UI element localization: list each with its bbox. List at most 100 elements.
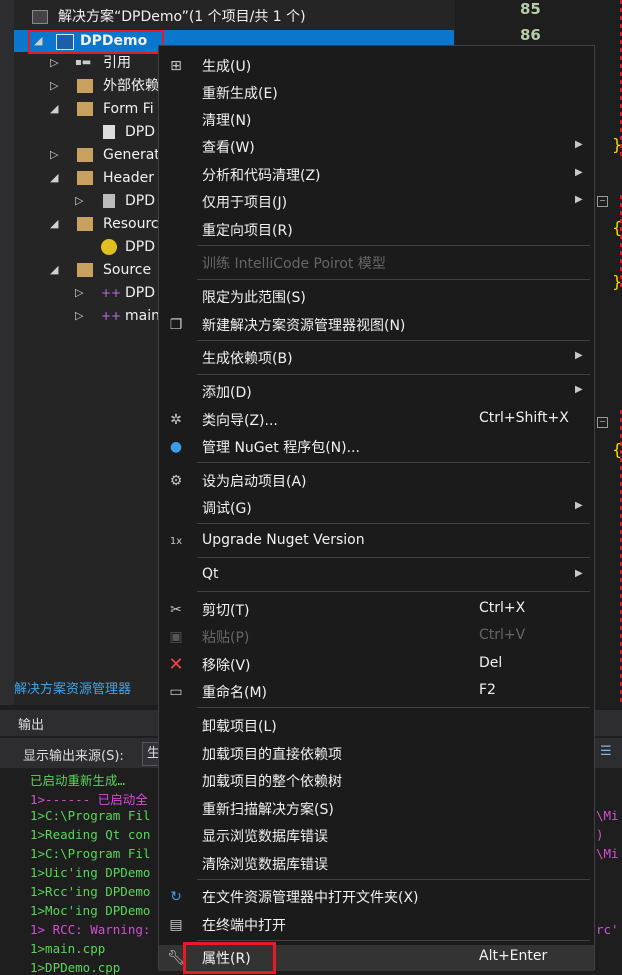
panel-left-strip	[0, 0, 14, 705]
output-line: 已启动重新生成…	[30, 773, 126, 788]
tree-item-label: 引用	[103, 55, 131, 71]
menu-item-label: 重命名(M)	[202, 685, 268, 701]
fold-toggle-icon[interactable]: −	[597, 417, 608, 428]
menu-item-class-wizard[interactable]: ✲ 类向导(Z)... Ctrl+Shift+X	[159, 407, 594, 433]
menu-item-label: 重定向项目(R)	[202, 223, 293, 239]
collapse-arrow-icon[interactable]: ◢	[50, 98, 60, 120]
tree-item-label: DPD	[125, 239, 156, 255]
menu-item-clear-browse-errors[interactable]: 清除浏览数据库错误	[159, 851, 594, 877]
menu-item-analyze[interactable]: 分析和代码清理(Z) ▶	[159, 162, 594, 188]
menu-item-label: 新建解决方案资源管理器视图(N)	[202, 318, 406, 334]
filter-folder-icon	[77, 102, 93, 116]
header-file-icon	[103, 194, 115, 208]
collapse-arrow-icon[interactable]: ◢	[50, 213, 60, 235]
menu-item-label: 移除(V)	[202, 658, 251, 674]
tree-item-label: 外部依赖	[103, 78, 159, 94]
cpp-file-icon: ++	[101, 309, 122, 323]
cpp-file-icon: ++	[101, 286, 122, 300]
tree-item-label: Form Fi	[103, 101, 154, 117]
submenu-arrow-icon: ▶	[575, 167, 583, 178]
expand-arrow-icon[interactable]: ▷	[50, 52, 60, 74]
nuget-icon: ●	[169, 439, 183, 455]
submenu-arrow-icon: ▶	[575, 500, 583, 511]
refresh-folder-icon: ↻	[170, 889, 182, 905]
menu-item-cut[interactable]: ✂ 剪切(T) Ctrl+X	[159, 597, 594, 623]
menu-item-show-browse-errors[interactable]: 显示浏览数据库错误	[159, 823, 594, 849]
menu-item-scope-to-this[interactable]: 限定为此范围(S)	[159, 284, 594, 310]
expand-arrow-icon[interactable]: ▷	[50, 75, 60, 97]
menu-item-upgrade-nuget[interactable]: 1x Upgrade Nuget Version	[159, 529, 594, 555]
menu-item-label: 类向导(Z)...	[202, 413, 278, 429]
menu-item-clean[interactable]: 清理(N)	[159, 107, 594, 133]
menu-item-view[interactable]: 查看(W) ▶	[159, 134, 594, 160]
menu-separator	[197, 591, 590, 592]
menu-separator	[197, 462, 590, 463]
menu-separator	[197, 374, 590, 375]
menu-item-remove[interactable]: ✕ 移除(V) Del	[159, 652, 594, 678]
menu-item-shortcut: Del	[479, 655, 503, 671]
menu-item-qt[interactable]: Qt ▶	[159, 563, 594, 589]
collapse-arrow-icon[interactable]: ◢	[50, 167, 60, 189]
menu-item-load-direct-deps[interactable]: 加载项目的直接依赖项	[159, 741, 594, 767]
expand-arrow-icon[interactable]: ▷	[75, 305, 85, 327]
menu-item-build[interactable]: ⊞ 生成(U)	[159, 53, 594, 79]
expand-arrow-icon[interactable]: ▷	[50, 144, 60, 166]
menu-item-label: 在文件资源管理器中打开文件夹(X)	[202, 890, 419, 906]
scissors-icon: ✂	[170, 602, 182, 618]
output-line: 1>C:\Program Fil	[30, 846, 151, 861]
rename-icon: ▭	[169, 684, 183, 700]
wrap-toggle-icon[interactable]: ☰	[600, 744, 612, 759]
menu-item-rename[interactable]: ▭ 重命名(M) F2	[159, 679, 594, 705]
qrc-file-icon	[101, 239, 117, 255]
output-line-fragment: rc'	[596, 922, 619, 937]
menu-item-retarget[interactable]: 重定向项目(R)	[159, 217, 594, 243]
menu-item-set-startup[interactable]: ⚙ 设为启动项目(A)	[159, 468, 594, 494]
solution-icon	[32, 10, 48, 24]
brace-glyph: }	[612, 272, 622, 291]
solution-explorer-tab[interactable]: 解决方案资源管理器	[14, 678, 131, 697]
collapse-arrow-icon[interactable]: ◢	[50, 259, 60, 281]
output-line: 1>------ 已启动全	[30, 792, 148, 807]
menu-separator	[197, 707, 590, 708]
solution-node[interactable]: 解决方案“DPDemo”(1 个项目/共 1 个)	[30, 6, 450, 28]
menu-item-unload-project[interactable]: 卸载项目(L)	[159, 713, 594, 739]
brace-glyph: }	[612, 135, 622, 154]
menu-item-label: 加载项目的整个依赖树	[202, 774, 342, 790]
submenu-arrow-icon: ▶	[575, 139, 583, 150]
menu-item-add[interactable]: 添加(D) ▶	[159, 379, 594, 405]
menu-item-load-dep-tree[interactable]: 加载项目的整个依赖树	[159, 768, 594, 794]
menu-separator	[197, 279, 590, 280]
gear-icon: ⚙	[169, 473, 183, 489]
line-number: 86	[520, 26, 541, 44]
fold-toggle-icon[interactable]: −	[597, 196, 608, 207]
menu-item-shortcut: Ctrl+X	[479, 600, 526, 616]
menu-item-label: 调试(G)	[202, 501, 252, 517]
output-source-label: 显示输出来源(S):	[23, 749, 124, 764]
menu-item-label: 训练 IntelliCode Poirot 模型	[202, 256, 386, 272]
output-line: 1>Moc'ing DPDemo	[30, 903, 151, 918]
filter-folder-icon	[77, 171, 93, 185]
tree-item-label: Source	[103, 262, 152, 278]
output-line-fragment: \Mi	[596, 808, 619, 823]
tree-item-label: DPD	[125, 193, 156, 209]
menu-item-rebuild[interactable]: 重新生成(E)	[159, 80, 594, 106]
output-line: 1>Rcc'ing DPDemo	[30, 884, 151, 899]
menu-item-shortcut: Ctrl+Shift+X	[479, 410, 569, 426]
submenu-arrow-icon: ▶	[575, 384, 583, 395]
menu-item-open-folder[interactable]: ↻ 在文件资源管理器中打开文件夹(X)	[159, 884, 594, 910]
project-context-menu: ⊞ 生成(U) 重新生成(E) 清理(N) 查看(W) ▶ 分析和代码清理(Z)…	[158, 45, 595, 971]
menu-item-debug[interactable]: 调试(G) ▶	[159, 495, 594, 521]
menu-item-project-only[interactable]: 仅用于项目(J) ▶	[159, 189, 594, 215]
menu-item-build-dependencies[interactable]: 生成依赖项(B) ▶	[159, 345, 594, 371]
menu-item-shortcut: Ctrl+V	[479, 627, 526, 643]
upgrade-icon: 1x	[169, 536, 183, 547]
menu-item-open-terminal[interactable]: ▤ 在终端中打开	[159, 912, 594, 938]
expand-arrow-icon[interactable]: ▷	[75, 190, 85, 212]
menu-item-label: 查看(W)	[202, 140, 255, 156]
menu-item-label: 清除浏览数据库错误	[202, 857, 328, 873]
expand-arrow-icon[interactable]: ▷	[75, 282, 85, 304]
menu-item-manage-nuget[interactable]: ● 管理 NuGet 程序包(N)...	[159, 434, 594, 460]
menu-separator	[197, 879, 590, 880]
menu-item-rescan-solution[interactable]: 重新扫描解决方案(S)	[159, 796, 594, 822]
menu-item-new-explorer-view[interactable]: ❐ 新建解决方案资源管理器视图(N)	[159, 312, 594, 338]
